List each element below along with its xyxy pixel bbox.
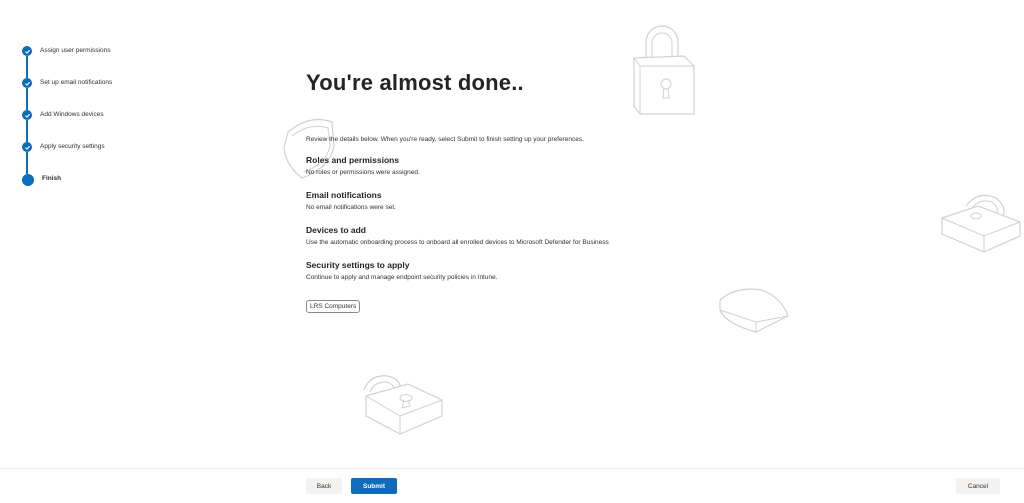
section-devices: Devices to add Use the automatic onboard… (306, 225, 826, 246)
setup-stepper: Assign user permissions Set up email not… (22, 42, 222, 202)
footer-divider (0, 468, 1024, 469)
lock-illustration-bottom (363, 375, 443, 435)
section-heading: Roles and permissions (306, 155, 400, 165)
current-step-icon (22, 174, 34, 186)
step-apply-security-settings[interactable]: Apply security settings (22, 138, 222, 174)
checkmark-icon (22, 110, 32, 120)
step-set-up-email-notifications[interactable]: Set up email notifications (22, 74, 222, 110)
section-email: Email notifications No email notificatio… (306, 190, 826, 211)
section-roles: Roles and permissions No roles or permis… (306, 155, 826, 176)
back-button[interactable]: Back (306, 478, 342, 494)
section-text: No roles or permissions were assigned. (306, 169, 420, 176)
step-label: Assign user permissions (40, 47, 111, 54)
section-security: Security settings to apply Continue to a… (306, 260, 826, 281)
step-label: Apply security settings (40, 143, 105, 150)
section-heading: Email notifications (306, 190, 382, 200)
section-text: No email notifications were set. (306, 204, 396, 211)
step-connector (26, 88, 28, 110)
step-connector (26, 152, 28, 174)
step-label: Finish (42, 175, 62, 182)
section-heading: Devices to add (306, 225, 366, 235)
section-heading: Security settings to apply (306, 260, 410, 270)
step-assign-user-permissions[interactable]: Assign user permissions (22, 42, 222, 78)
section-text: Continue to apply and manage endpoint se… (306, 274, 498, 281)
checkmark-icon (22, 142, 32, 152)
step-add-windows-devices[interactable]: Add Windows devices (22, 106, 222, 142)
step-label: Set up email notifications (40, 79, 113, 86)
review-panel: You're almost done.. Review the details … (306, 70, 826, 313)
checkmark-icon (22, 78, 32, 88)
section-text: Use the automatic onboarding process to … (306, 239, 609, 246)
lock-illustration-right (941, 194, 1021, 253)
checkmark-icon (22, 46, 32, 56)
step-connector (26, 56, 28, 78)
intro-text: Review the details below. When you're re… (306, 136, 584, 143)
submit-button[interactable]: Submit (351, 478, 397, 494)
cancel-button[interactable]: Cancel (956, 478, 1000, 494)
step-finish[interactable]: Finish (22, 170, 222, 202)
device-group-tag: LRS Computers (306, 300, 361, 313)
page-title: You're almost done.. (306, 70, 524, 95)
step-connector (26, 120, 28, 142)
step-label: Add Windows devices (40, 111, 104, 118)
